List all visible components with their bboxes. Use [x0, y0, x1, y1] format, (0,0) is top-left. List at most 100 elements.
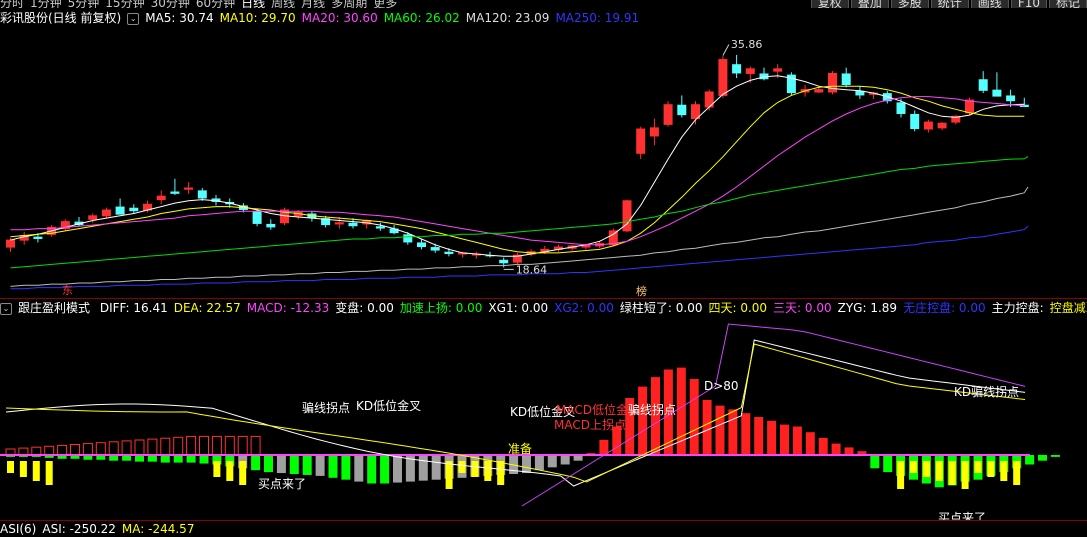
candle-down [348, 222, 358, 227]
tab-period[interactable]: 分时 [0, 0, 24, 8]
macd-bar-green [199, 455, 209, 464]
indicator-value-label: DEA: 22.57 [173, 301, 241, 315]
period-tabs[interactable]: 分时 1分钟 5分钟 15分钟 30分钟 60分钟 日线 周线 月线 多周期 更多 [0, 0, 403, 8]
red-outline-bar [70, 444, 80, 456]
red-outline-bar [134, 439, 145, 456]
indicator-value-label: 主力控盘: [991, 301, 1044, 315]
indicator-header: ⌄ 跟庄盈利模式 DIFF: 16.41 DEA: 22.57 MACD: -12.3… [0, 300, 1087, 316]
red-outline-bar [95, 442, 106, 456]
macd-bar-green [264, 455, 273, 473]
toolbar-button[interactable]: 叠加 [850, 0, 889, 8]
tab-period[interactable]: 月线 [301, 0, 325, 8]
candle-down [1006, 95, 1016, 102]
candle-up [663, 104, 673, 125]
macd-bar-green [380, 455, 390, 484]
yellow-bar [445, 461, 453, 489]
macd-bar-green [160, 455, 170, 463]
red-outline-bar [173, 436, 184, 456]
macd-bar-green [302, 455, 312, 475]
tab-period[interactable]: 5分钟 [68, 0, 100, 8]
toolbar-buttons[interactable]: 复权 叠加 多股 统计 画线 F10 标记 [809, 0, 1087, 8]
yellow-bar [961, 461, 969, 489]
toolbar-button[interactable]: 标记 [1048, 0, 1087, 8]
signal-prepare: 准备 [508, 442, 532, 456]
indicator-value-label: DIFF: 16.41 [99, 301, 168, 315]
signal-buy-1: 买点来了 [258, 477, 306, 491]
ma-value-label: MA20: 30.60 [301, 11, 378, 25]
macd-bar-red [741, 413, 751, 455]
ma10-line [10, 85, 1025, 254]
macd-bar-green [186, 455, 196, 463]
candle-up [6, 239, 15, 248]
tab-period[interactable]: 15分钟 [105, 0, 144, 8]
candle-down [197, 190, 207, 199]
tab-period[interactable]: 1分钟 [30, 0, 62, 8]
yellow-bar [935, 461, 943, 481]
signal-d-over-80: D>80 [704, 379, 739, 393]
ma60-line-ext [1024, 156, 1029, 160]
candle-up [814, 89, 824, 93]
ma-value-label: MA120: 23.09 [465, 11, 550, 25]
tab-period[interactable]: 30分钟 [151, 0, 190, 8]
stock-title: 彩讯股份(日线 前复权) [0, 11, 122, 25]
top-menu-bar: 分时 1分钟 5分钟 15分钟 30分钟 60分钟 日线 周线 月线 多周期 更多 复权 叠加 多股 统计… [0, 0, 1087, 8]
yellow-bar [484, 461, 492, 481]
red-outline-bar [186, 435, 197, 456]
collapse-icon[interactable]: ⌄ [127, 12, 140, 25]
red-outline-bar [211, 435, 222, 456]
toolbar-button[interactable]: 多股 [890, 0, 929, 8]
yellow-bar [1013, 461, 1021, 485]
macd-bar-green [328, 455, 338, 478]
macd-bar-red [831, 443, 841, 455]
tab-period[interactable]: 周线 [271, 0, 295, 8]
yellow-bar [897, 461, 905, 489]
indicator-value-label: 四天: 0.00 [708, 301, 768, 315]
tab-period[interactable]: 更多 [373, 0, 397, 8]
macd-bar-green [522, 455, 531, 474]
macd-bar-red [715, 405, 725, 455]
toolbar-button[interactable]: 画线 [970, 0, 1009, 8]
indicator-value-label: 无庄控盘: 0.00 [903, 301, 986, 315]
indicator-chart[interactable]: 骗线拐点 KD低位金叉买点来了准备KD低位金叉MACD低位金叉骗线拐点MACD上拐… [0, 316, 1087, 521]
asi-value: ASI: -250.22 [42, 522, 116, 536]
toolbar-button[interactable]: 统计 [930, 0, 969, 8]
candle-down [896, 102, 906, 114]
ma250-line-ext [1023, 225, 1029, 230]
candle-down [841, 73, 851, 86]
ma-value-label: MA10: 29.70 [219, 11, 296, 25]
macd-bar-red [728, 409, 738, 455]
tab-period[interactable]: 60分钟 [196, 0, 235, 8]
candle-down [115, 206, 125, 215]
ma-value-label: MA5: 30.74 [145, 11, 214, 25]
candle-down [430, 247, 440, 251]
red-outline-bar [18, 447, 29, 456]
tab-period[interactable]: 多周期 [331, 0, 367, 8]
macd-bar-red [818, 437, 828, 455]
toolbar-button[interactable]: 复权 [810, 0, 849, 8]
signal-kd-golden-1: KD低位金叉 [356, 398, 421, 413]
macd-bar-green [431, 455, 441, 480]
indicator-value-label: XG2: 0.00 [554, 301, 614, 315]
candle-down [910, 113, 920, 130]
candle-down [375, 226, 385, 229]
signal-mark-left: 东 [62, 284, 73, 297]
candle-up [965, 99, 974, 114]
red-outline-bar [199, 435, 209, 456]
indicator-value-label: 三天: 0.00 [773, 301, 832, 315]
candle-up [101, 209, 111, 217]
yellow-bar [458, 461, 466, 473]
toolbar-button[interactable]: F10 [1010, 0, 1047, 8]
yellow-bar [471, 461, 479, 477]
ma-value-label: MA60: 26.02 [383, 11, 460, 25]
indicator-value-label: XG1: 0.00 [488, 301, 549, 315]
candlestick-chart[interactable]: 35.86 18.64 东 榜 [0, 26, 1087, 298]
red-outline-bar [250, 435, 261, 456]
yellow-bar [948, 461, 956, 485]
red-outline-bar [44, 445, 55, 456]
tab-period[interactable]: 日线 [241, 0, 265, 8]
collapse-icon[interactable]: ⌄ [0, 302, 12, 315]
pane-separator [0, 298, 1087, 299]
yellow-bar [239, 461, 247, 485]
macd-bar-red [702, 399, 712, 455]
macd-bar-green [367, 455, 377, 484]
